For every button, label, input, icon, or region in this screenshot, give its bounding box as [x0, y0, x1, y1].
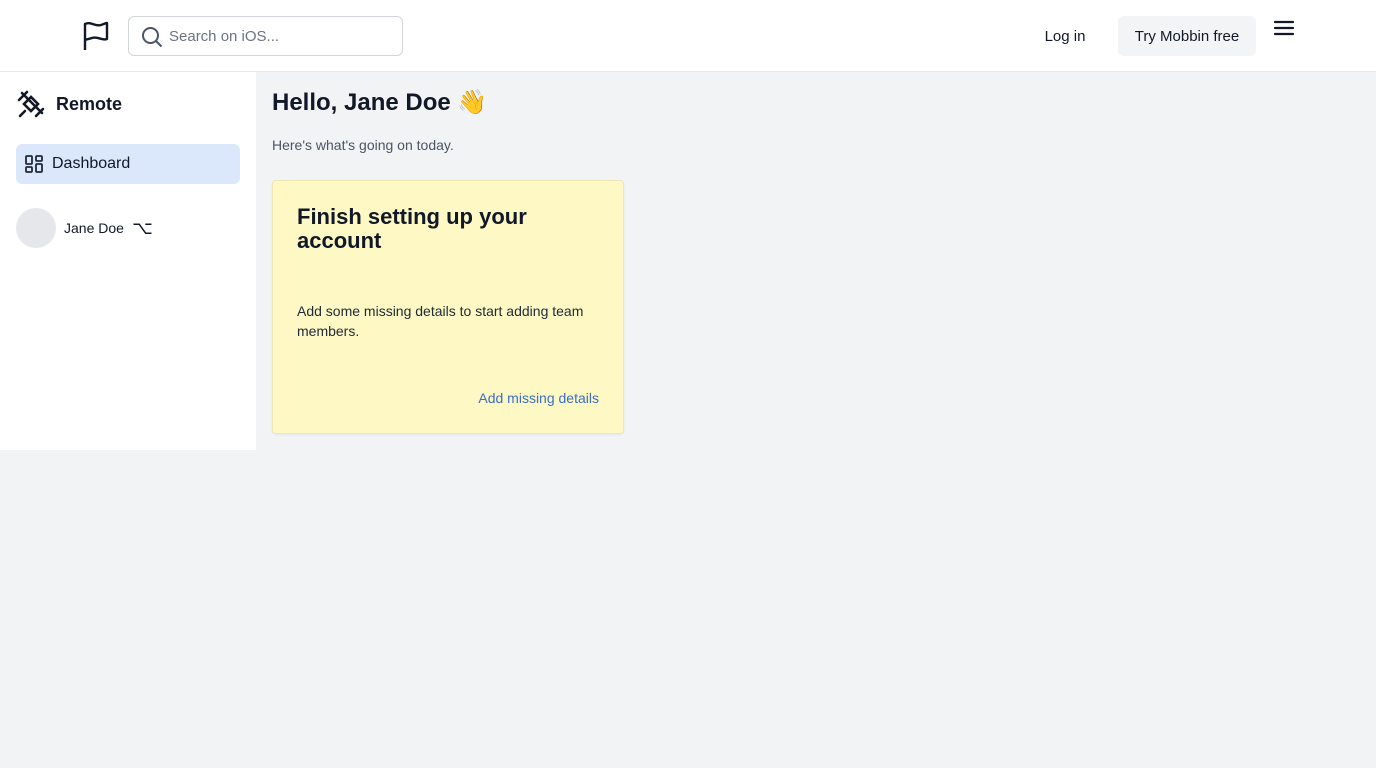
- sidebar-item-label: Dashboard: [52, 155, 131, 172]
- sidebar-item-dashboard[interactable]: Dashboard: [16, 144, 240, 184]
- setup-card: Finish setting up your account Add some …: [272, 180, 624, 434]
- page-subtitle: Here's what's going on today.: [272, 137, 454, 153]
- search-box[interactable]: [128, 16, 403, 56]
- user-menu[interactable]: Jane Doe ⌥: [16, 208, 153, 248]
- card-title: Finish setting up your account: [297, 204, 527, 253]
- card-description: Add some missing details to start adding…: [297, 303, 584, 339]
- brand[interactable]: Remote: [16, 88, 122, 120]
- sidebar: Remote Dashboard Jane Doe ⌥: [0, 72, 256, 450]
- add-missing-details-link[interactable]: Add missing details: [478, 390, 599, 406]
- brand-name: Remote: [56, 93, 123, 114]
- login-button[interactable]: Log in: [1032, 18, 1098, 54]
- option-key-icon: ⌥: [131, 217, 153, 239]
- menu-icon[interactable]: [1273, 19, 1295, 37]
- top-bar: Log in Try Mobbin free: [0, 0, 1376, 72]
- user-name: Jane Doe: [64, 220, 124, 236]
- remote-logo-icon: [17, 90, 45, 118]
- flag-icon[interactable]: [82, 20, 110, 52]
- try-mobbin-button[interactable]: Try Mobbin free: [1118, 16, 1256, 56]
- dashboard-icon: [25, 155, 43, 173]
- avatar: [16, 208, 56, 248]
- search-input[interactable]: [169, 17, 397, 55]
- page-title: Hello, Jane Doe 👋: [272, 89, 488, 116]
- search-icon: [142, 27, 163, 48]
